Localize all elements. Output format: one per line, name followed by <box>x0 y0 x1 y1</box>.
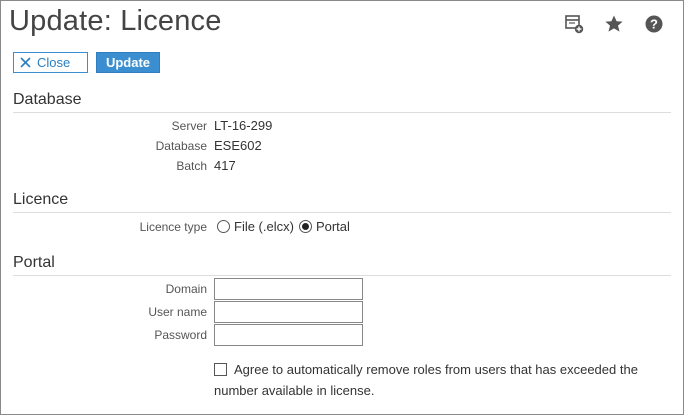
domain-input[interactable] <box>214 278 363 300</box>
database-divider <box>13 112 671 113</box>
licence-type-file-label[interactable]: File (.elcx) <box>234 219 294 234</box>
username-input[interactable] <box>214 301 363 323</box>
licence-type-portal-label[interactable]: Portal <box>316 219 350 234</box>
batch-label: Batch <box>176 159 207 173</box>
licence-type-file-radio[interactable] <box>217 220 230 233</box>
agree-label[interactable]: Agree to automatically remove roles from… <box>214 359 669 401</box>
username-label: User name <box>148 305 207 319</box>
page-title: Update: Licence <box>9 5 222 37</box>
licence-type-radio-group: File (.elcx) Portal <box>217 219 355 234</box>
close-button-label: Close <box>37 55 71 70</box>
database-section-heading: Database <box>13 91 82 108</box>
licence-section-heading: Licence <box>13 191 69 208</box>
update-button-label: Update <box>105 55 151 70</box>
close-button[interactable]: Close <box>13 52 88 73</box>
licence-type-portal-radio[interactable] <box>298 220 312 233</box>
star-icon[interactable] <box>603 13 625 35</box>
header-actions: ? <box>563 13 665 35</box>
update-button[interactable]: Update <box>96 52 160 73</box>
domain-label: Domain <box>165 282 207 296</box>
password-input[interactable] <box>214 324 363 346</box>
licence-divider <box>13 212 671 213</box>
portal-section-heading: Portal <box>13 254 55 271</box>
database-value: ESE602 <box>214 138 262 153</box>
password-label: Password <box>154 328 207 342</box>
licence-type-label: Licence type <box>139 220 207 234</box>
dialog-frame: Update: Licence ? Close Update Database … <box>0 0 684 415</box>
close-icon <box>20 57 31 68</box>
portal-divider <box>13 275 671 276</box>
add-to-dashboard-icon[interactable] <box>563 13 585 35</box>
batch-value: 417 <box>214 158 236 173</box>
database-label: Database <box>155 139 207 153</box>
server-label: Server <box>171 119 207 133</box>
svg-text:?: ? <box>650 17 658 32</box>
server-value: LT-16-299 <box>214 118 273 133</box>
help-icon[interactable]: ? <box>643 13 665 35</box>
